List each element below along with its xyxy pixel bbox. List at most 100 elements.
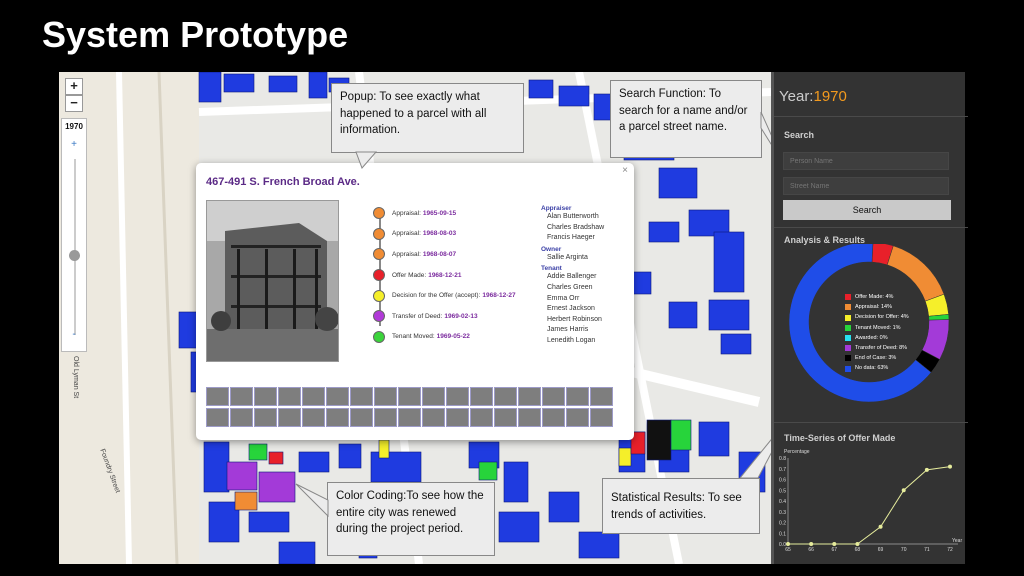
legend-swatch [844,323,852,332]
parcel-photo[interactable] [206,200,339,362]
year-slider-track[interactable] [74,159,76,335]
photo-thumbnail[interactable] [326,407,349,427]
timeline-event[interactable]: Appraisal: 1968-08-03 [373,224,543,245]
photo-thumbnail[interactable] [566,407,589,427]
legend-item: Offer Made: 4% [844,292,909,302]
legend-swatch [844,293,852,302]
photo-thumbnail[interactable] [350,387,373,406]
photo-thumbnail[interactable] [374,387,397,406]
photo-thumbnail[interactable] [398,407,421,427]
legend-label: Transfer of Deed: 8% [855,345,908,352]
photo-thumbnail[interactable] [446,407,469,427]
data-point[interactable] [901,488,906,493]
legend-label: No data: 63% [855,365,889,372]
timeline-event[interactable]: Offer Made: 1968-12-21 [373,265,543,286]
search-heading: Search [784,130,815,140]
x-tick-label: 71 [924,547,930,553]
street-name-input[interactable] [783,177,949,195]
year-increase-button[interactable]: + [62,139,86,150]
data-point[interactable] [809,542,814,546]
zoom-out-button[interactable]: − [65,95,83,112]
owner-name: Sallie Arginta [547,253,588,261]
tenant-name: Charles Green [547,283,593,291]
photo-thumbnail[interactable] [590,407,613,427]
y-tick-label: 0.4 [779,499,786,505]
photo-thumbnail[interactable] [494,387,517,406]
event-label: Appraisal: [392,209,421,217]
appraiser-heading: Appraiser [541,205,572,212]
legend-item: Transfer of Deed: 8% [844,343,909,353]
photo-thumbnail[interactable] [518,387,541,406]
offer-timeseries-chart[interactable]: PercentageYear0.00.10.20.30.40.50.60.70.… [774,444,968,556]
data-point[interactable] [832,542,837,546]
popup-title: 467-491 S. French Broad Ave. [206,176,360,188]
x-tick-label: 68 [855,547,861,553]
person-name-input[interactable] [783,152,949,170]
timeline-event[interactable]: Appraisal: 1968-08-07 [373,244,543,265]
photo-thumbnail[interactable] [230,387,253,406]
road-label: Old Lyman St [72,356,79,399]
photo-thumbnail[interactable] [302,407,325,427]
photo-thumbnail[interactable] [254,407,277,427]
photo-thumbnail[interactable] [302,387,325,406]
side-panel: Year:1970 Search Search Analysis & Resul… [771,72,968,564]
photo-thumbnail[interactable] [374,407,397,427]
photo-thumbnail[interactable] [350,407,373,427]
photo-thumbnail[interactable] [230,407,253,427]
photo-thumbnail[interactable] [446,387,469,406]
zoom-in-button[interactable]: + [65,78,83,95]
photo-thumbnail[interactable] [422,407,445,427]
photo-thumbnail[interactable] [518,407,541,427]
search-button[interactable]: Search [783,200,951,220]
x-axis-label: Year [952,538,962,544]
photo-thumbnail[interactable] [206,407,229,427]
photo-thumbnail[interactable] [278,387,301,406]
photo-thumbnail[interactable] [566,387,589,406]
timeline-event[interactable]: Tenant Moved: 1969-05-22 [373,327,543,348]
photo-thumbnail[interactable] [470,387,493,406]
timeline-event[interactable]: Transfer of Deed: 1969-02-13 [373,306,543,327]
timeline-dot [373,227,385,240]
legend-label: Offer Made: 4% [855,294,894,300]
photo-thumbnail[interactable] [542,407,565,427]
legend-label: Appraisal: 14% [855,304,892,311]
legend-item: End of Case: 3% [844,353,909,363]
y-tick-label: 0.5 [779,488,786,494]
x-tick-label: 67 [832,547,838,553]
year-slider[interactable]: 1970 + - [61,118,87,352]
y-tick-label: 0.8 [779,456,786,462]
year-decrease-button[interactable]: - [62,329,86,340]
data-point[interactable] [878,524,883,529]
timeline-dot [373,289,385,302]
year-slider-value: 1970 [65,122,83,131]
timeline-event[interactable]: Decision for the Offer (accept): 1968-12-… [373,285,543,306]
x-tick-label: 69 [878,547,884,553]
photo-thumbnail[interactable] [278,407,301,427]
event-label: Appraisal: [392,230,421,238]
photo-thumbnail[interactable] [542,387,565,406]
photo-thumbnail[interactable] [326,387,349,406]
x-tick-label: 66 [808,547,814,553]
timeline-dot [373,248,385,261]
photo-thumbnail[interactable] [590,387,613,406]
panel-year-value: 1970 [813,88,847,105]
close-icon[interactable]: × [622,165,628,176]
timeline-event[interactable]: Appraisal: 1965-09-15 [373,203,543,224]
photo-thumbnail[interactable] [398,387,421,406]
data-point[interactable] [786,542,790,546]
data-point[interactable] [924,467,929,472]
photo-thumbnail[interactable] [494,407,517,427]
photo-thumbnail[interactable] [206,387,229,406]
callout-color-coding: Color Coding:To see how the entire city … [327,482,495,556]
tenant-name: James Harris [547,326,589,334]
data-point[interactable] [855,542,860,546]
timeseries-heading: Time-Series of Offer Made [784,433,896,443]
event-date: 1969-05-22 [436,333,470,341]
event-label: Appraisal: [392,250,421,258]
photo-thumbnail[interactable] [254,387,277,406]
year-slider-handle[interactable] [69,250,80,261]
data-point[interactable] [948,464,952,469]
offer-made-line [788,466,951,545]
photo-thumbnail[interactable] [422,387,445,406]
photo-thumbnail[interactable] [470,407,493,427]
